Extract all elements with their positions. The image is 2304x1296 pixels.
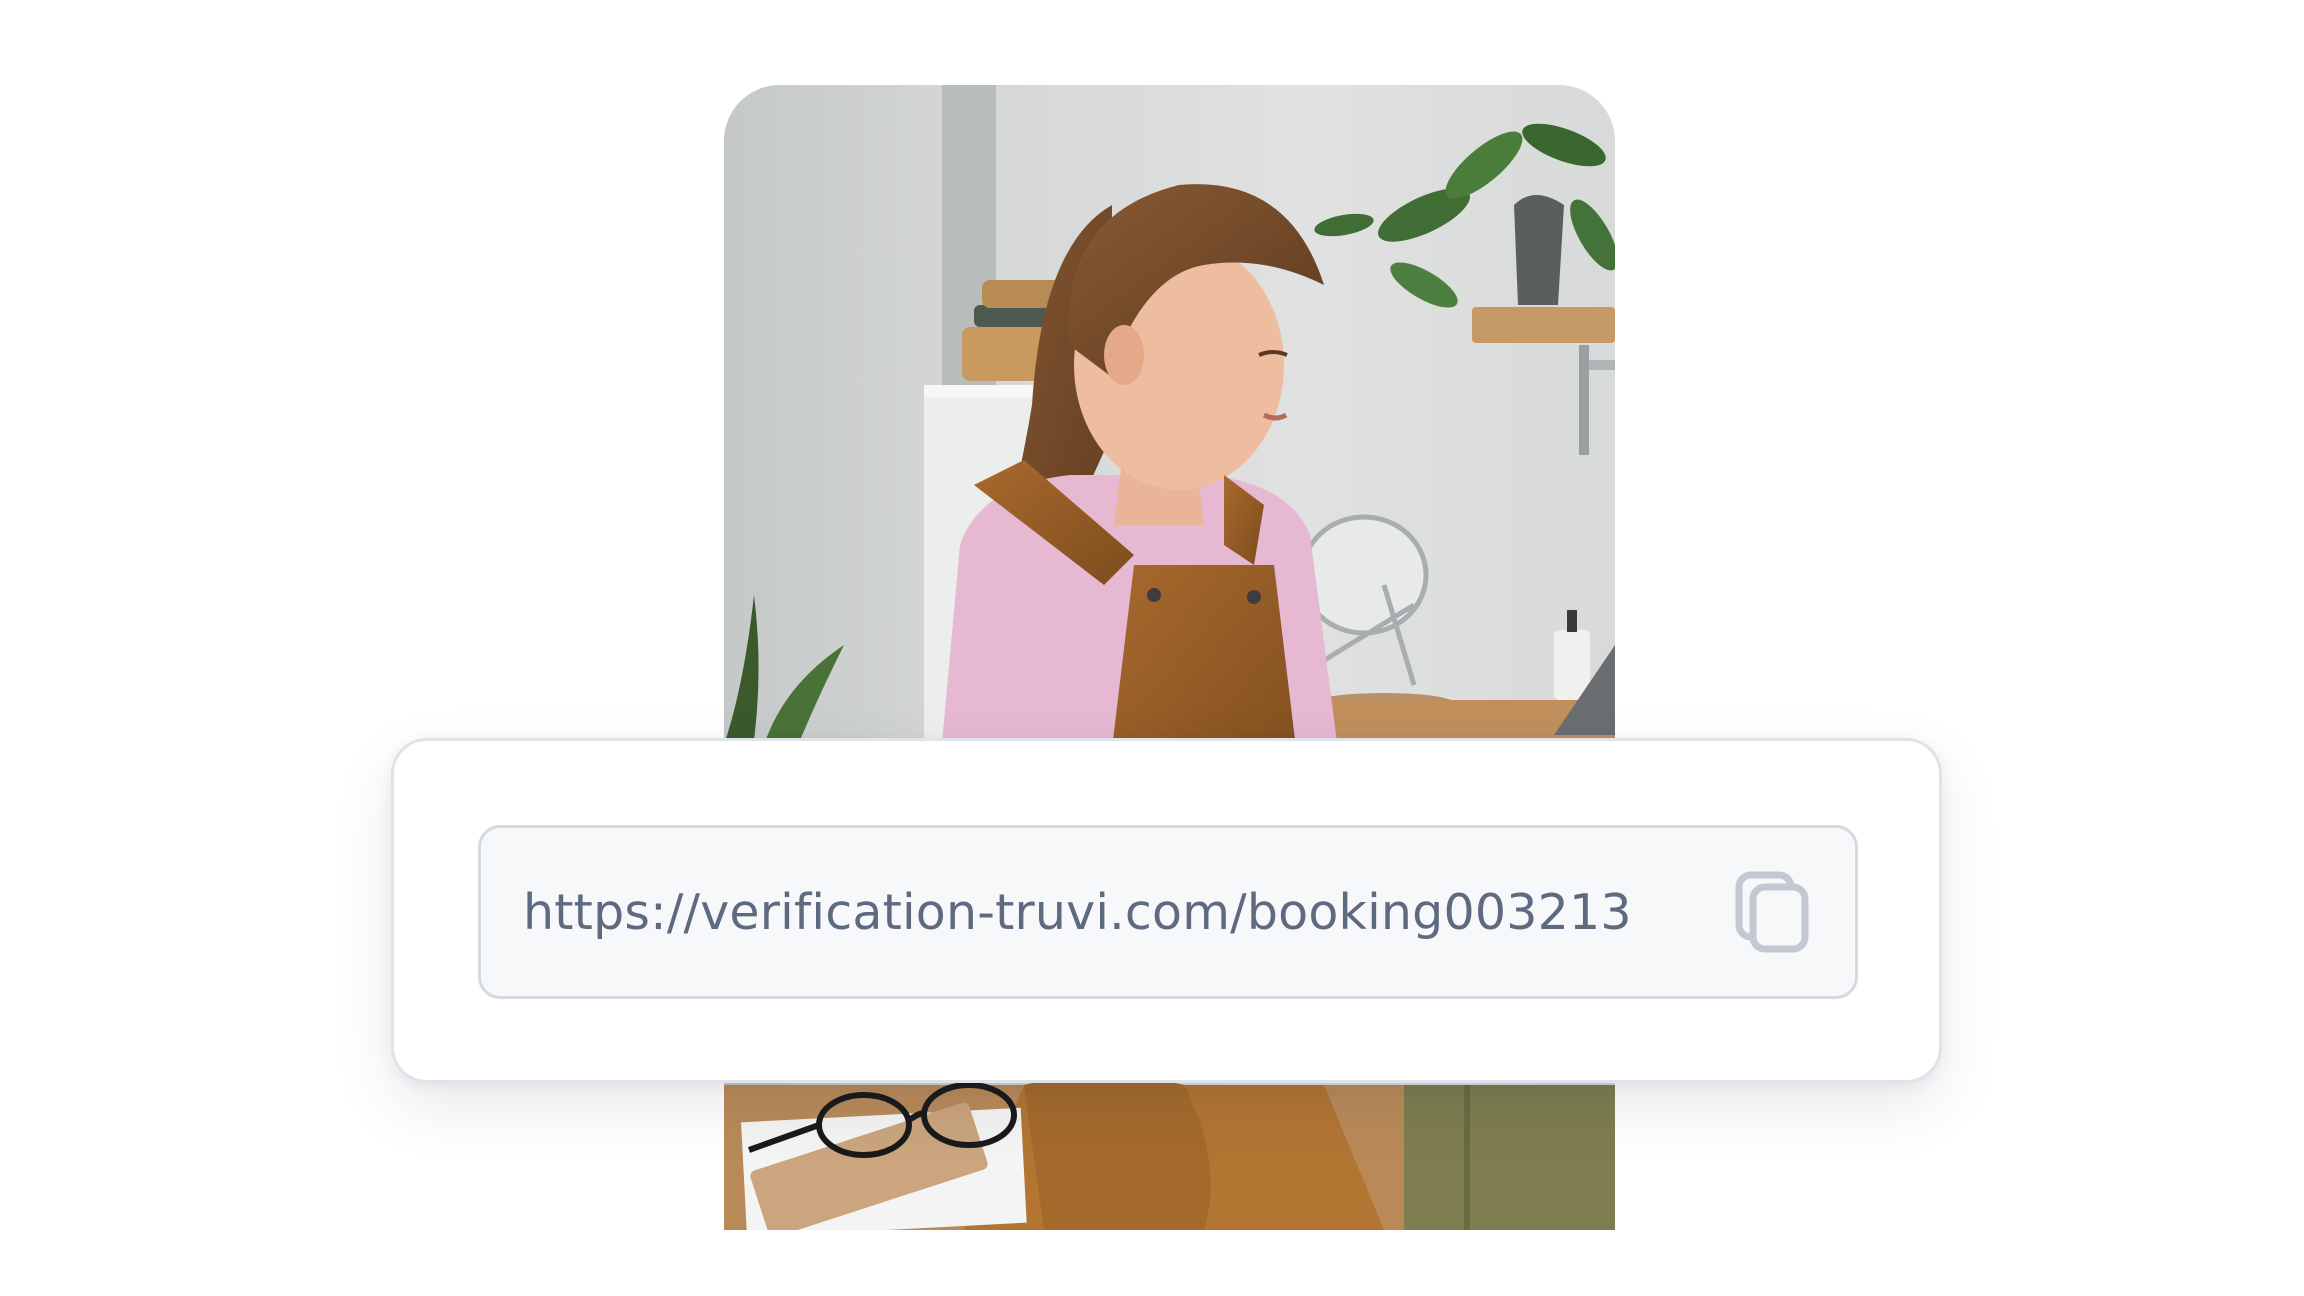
url-text[interactable]: https://verification-truvi.com/booking00… (523, 884, 1731, 941)
copy-icon[interactable] (1735, 871, 1811, 953)
copy-button[interactable] (1731, 870, 1815, 954)
share-link-card: https://verification-truvi.com/booking00… (391, 738, 1942, 1083)
canvas: https://verification-truvi.com/booking00… (0, 0, 2304, 1296)
url-field[interactable]: https://verification-truvi.com/booking00… (478, 825, 1858, 999)
